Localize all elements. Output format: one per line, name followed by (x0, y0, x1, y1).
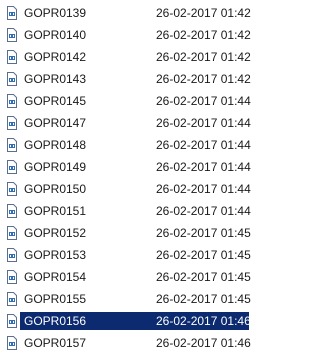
file-row[interactable]: GOPR0139 26-02-2017 01:42 (0, 4, 251, 22)
file-date-modified: 26-02-2017 01:45 (156, 270, 251, 284)
file-row[interactable]: GOPR0154 26-02-2017 01:45 (0, 268, 251, 286)
file-name[interactable]: GOPR0155 (24, 292, 86, 306)
file-date-modified: 26-02-2017 01:42 (156, 50, 251, 64)
file-name[interactable]: GOPR0149 (24, 160, 86, 174)
file-name[interactable]: GOPR0156 (24, 314, 86, 328)
video-file-icon (7, 292, 17, 306)
file-date-modified: 26-02-2017 01:44 (156, 160, 251, 174)
file-row[interactable]: GOPR0152 26-02-2017 01:45 (0, 224, 251, 242)
file-row[interactable]: GOPR0153 26-02-2017 01:45 (0, 246, 251, 264)
file-row[interactable]: GOPR0147 26-02-2017 01:44 (0, 114, 251, 132)
file-row-selected[interactable]: GOPR0156 26-02-2017 01:46 (0, 312, 251, 330)
video-file-icon (7, 248, 17, 262)
video-file-icon (7, 226, 17, 240)
file-row[interactable]: GOPR0148 26-02-2017 01:44 (0, 136, 251, 154)
video-file-icon (7, 182, 17, 196)
video-file-icon (7, 50, 17, 64)
file-name[interactable]: GOPR0151 (24, 204, 86, 218)
video-file-icon (7, 204, 17, 218)
file-list: GOPR0139 26-02-2017 01:42 GOPR0140 26-02… (0, 0, 251, 355)
video-file-icon (7, 314, 17, 328)
file-date-modified: 26-02-2017 01:45 (156, 226, 251, 240)
file-name[interactable]: GOPR0147 (24, 116, 86, 130)
file-row[interactable]: GOPR0140 26-02-2017 01:42 (0, 26, 251, 44)
file-name[interactable]: GOPR0154 (24, 270, 86, 284)
file-name[interactable]: GOPR0143 (24, 72, 86, 86)
file-name[interactable]: GOPR0140 (24, 28, 86, 42)
file-row[interactable]: GOPR0155 26-02-2017 01:45 (0, 290, 251, 308)
file-date-modified: 26-02-2017 01:44 (156, 182, 251, 196)
video-file-icon (7, 270, 17, 284)
file-date-modified: 26-02-2017 01:44 (156, 138, 251, 152)
file-row[interactable]: GOPR0151 26-02-2017 01:44 (0, 202, 251, 220)
file-name[interactable]: GOPR0157 (24, 336, 86, 350)
video-file-icon (7, 72, 17, 86)
file-name[interactable]: GOPR0142 (24, 50, 86, 64)
file-row[interactable]: GOPR0149 26-02-2017 01:44 (0, 158, 251, 176)
video-file-icon (7, 116, 17, 130)
file-date-modified: 26-02-2017 01:45 (156, 248, 251, 262)
file-name[interactable]: GOPR0148 (24, 138, 86, 152)
file-row[interactable]: GOPR0143 26-02-2017 01:42 (0, 70, 251, 88)
file-name[interactable]: GOPR0150 (24, 182, 86, 196)
file-date-modified: 26-02-2017 01:45 (156, 292, 251, 306)
file-name[interactable]: GOPR0152 (24, 226, 86, 240)
video-file-icon (7, 94, 17, 108)
video-file-icon (7, 138, 17, 152)
video-file-icon (7, 336, 17, 350)
file-name[interactable]: GOPR0145 (24, 94, 86, 108)
file-date-modified: 26-02-2017 01:42 (156, 28, 251, 42)
file-row[interactable]: GOPR0157 26-02-2017 01:46 (0, 334, 251, 352)
file-date-modified: 26-02-2017 01:42 (156, 6, 251, 20)
file-row[interactable]: GOPR0142 26-02-2017 01:42 (0, 48, 251, 66)
file-row[interactable]: GOPR0145 26-02-2017 01:44 (0, 92, 251, 110)
video-file-icon (7, 28, 17, 42)
file-date-modified: 26-02-2017 01:44 (156, 116, 251, 130)
file-name[interactable]: GOPR0153 (24, 248, 86, 262)
video-file-icon (7, 6, 17, 20)
file-date-modified: 26-02-2017 01:44 (156, 94, 251, 108)
file-date-modified: 26-02-2017 01:46 (156, 314, 251, 328)
video-file-icon (7, 160, 17, 174)
file-date-modified: 26-02-2017 01:42 (156, 72, 251, 86)
file-name[interactable]: GOPR0139 (24, 6, 86, 20)
file-date-modified: 26-02-2017 01:44 (156, 204, 251, 218)
file-row[interactable]: GOPR0150 26-02-2017 01:44 (0, 180, 251, 198)
file-date-modified: 26-02-2017 01:46 (156, 336, 251, 350)
